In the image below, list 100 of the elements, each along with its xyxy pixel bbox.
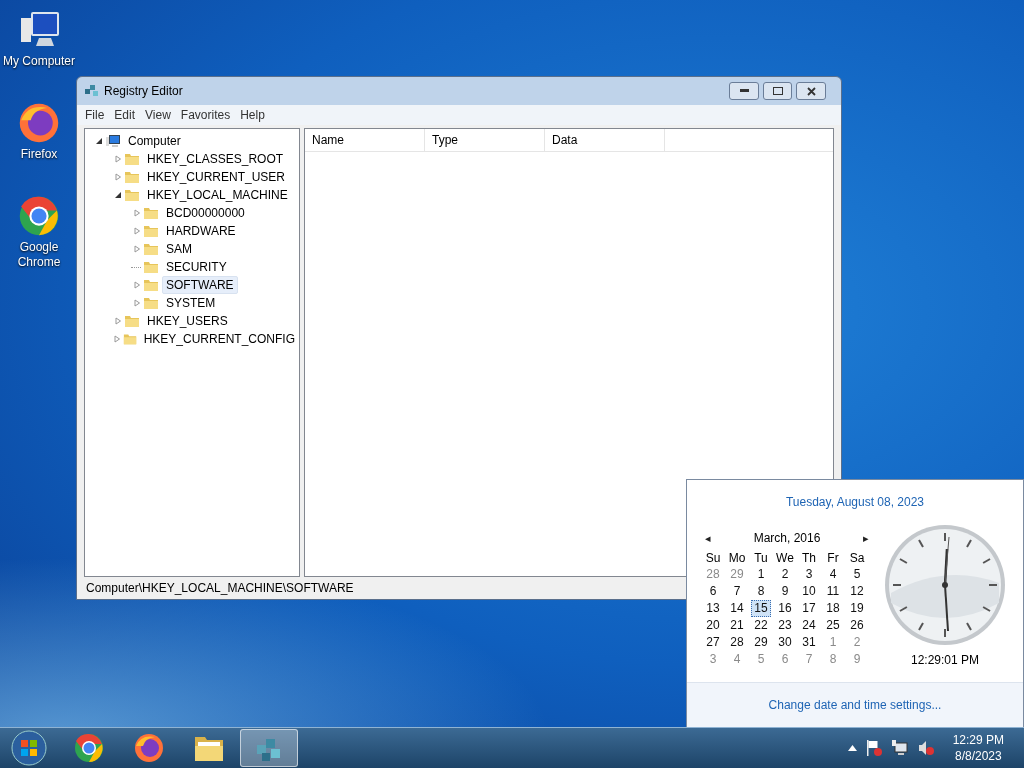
expanded-arrow-icon[interactable] — [114, 191, 122, 199]
weekday-label: Su — [705, 551, 721, 566]
column-header[interactable]: Data — [545, 129, 665, 151]
minimize-icon — [739, 89, 749, 93]
weekday-label: Th — [802, 551, 816, 566]
clock-time: 12:29:01 PM — [910, 653, 979, 667]
calendar-day[interactable]: 27 — [703, 634, 723, 651]
calendar-day[interactable]: 3 — [802, 566, 816, 583]
weekday-label: Tu — [754, 551, 768, 566]
tree-item[interactable]: HKEY_CURRENT_CONFIG — [139, 330, 299, 348]
weekday-label: Mo — [728, 551, 746, 566]
folder-icon — [124, 187, 140, 203]
settings-link[interactable]: Change date and time settings... — [768, 698, 942, 712]
calendar-day[interactable]: 20 — [703, 617, 723, 634]
month-label[interactable]: March, 2016 — [753, 531, 821, 545]
menu-item[interactable]: Help — [238, 108, 273, 122]
calendar-day[interactable]: 12 — [847, 583, 867, 600]
maximize-button[interactable] — [763, 82, 792, 100]
calendar-day[interactable]: 25 — [823, 617, 843, 634]
weekday-label: Fr — [827, 551, 839, 566]
tree-item[interactable]: SECURITY — [162, 258, 231, 276]
tree-item[interactable]: HKEY_USERS — [143, 312, 232, 330]
desktop-icon-label[interactable]: Firefox — [0, 147, 78, 162]
calendar-day[interactable]: 29 — [751, 634, 771, 651]
flag-icon[interactable] — [864, 739, 883, 757]
date-heading[interactable]: Tuesday, August 08, 2023 — [785, 495, 925, 509]
calendar-day[interactable]: 13 — [703, 600, 723, 617]
calendar-day[interactable]: 11 — [823, 583, 843, 600]
calendar-day[interactable]: 21 — [727, 617, 747, 634]
calendar-day[interactable]: 14 — [727, 600, 747, 617]
column-header[interactable]: Name — [305, 129, 425, 151]
tree-item[interactable]: HKEY_CURRENT_USER — [143, 168, 290, 186]
maximize-icon — [772, 87, 783, 95]
calendar-day[interactable]: 24 — [799, 617, 819, 634]
calendar-day[interactable]: 9 — [850, 651, 864, 668]
menu-item[interactable]: View — [143, 108, 179, 122]
folder-icon — [124, 151, 140, 167]
calendar-day[interactable]: 8 — [754, 583, 768, 600]
desktop-icon-label[interactable]: Google Chrome — [0, 240, 78, 270]
column-header[interactable]: Type — [425, 129, 545, 151]
windows-logo-icon — [11, 730, 47, 766]
menu-item[interactable]: Favorites — [178, 108, 239, 122]
tree-item[interactable]: HKEY_CLASSES_ROOT — [143, 150, 288, 168]
folder-icon — [143, 277, 159, 293]
weekday-label: We — [776, 551, 794, 566]
calendar-day[interactable]: 7 — [730, 583, 744, 600]
calendar-day[interactable]: 18 — [823, 600, 843, 617]
calendar-day[interactable]: 4 — [826, 566, 840, 583]
calendar-day[interactable]: 17 — [799, 600, 819, 617]
show-hidden-icons-icon[interactable] — [847, 745, 857, 751]
menu-item[interactable]: Edit — [112, 108, 144, 122]
folder-icon — [143, 223, 159, 239]
calendar-day[interactable]: 2 — [778, 566, 792, 583]
previous-month-button[interactable]: ◂ — [701, 531, 715, 545]
calendar-day[interactable]: 29 — [727, 566, 747, 583]
network-icon[interactable] — [890, 739, 909, 757]
folder-icon — [143, 205, 159, 221]
calendar-day[interactable]: 22 — [751, 617, 771, 634]
tree-item[interactable]: SYSTEM — [162, 294, 220, 312]
calendar-day[interactable]: 4 — [730, 651, 744, 668]
folder-icon — [124, 313, 140, 329]
calendar-day[interactable]: 16 — [775, 600, 795, 617]
browser-icon — [133, 732, 165, 764]
calendar-day[interactable]: 10 — [799, 583, 819, 600]
tree-item[interactable]: HARDWARE — [162, 222, 240, 240]
browser-icon — [73, 732, 105, 764]
calendar-day[interactable]: 1 — [826, 634, 840, 651]
tree-item[interactable]: SAM — [162, 240, 196, 258]
folder-icon — [143, 259, 159, 275]
calendar-day[interactable]: 31 — [799, 634, 819, 651]
tree-item[interactable]: Computer — [124, 132, 185, 150]
desktop-icon-label[interactable]: My Computer — [0, 54, 78, 69]
calendar-day[interactable]: 26 — [847, 617, 867, 634]
folder-icon — [124, 169, 140, 185]
tray-clock[interactable]: 12:29 PM 8/8/2023 — [952, 732, 1004, 764]
close-button[interactable] — [796, 82, 826, 100]
muted-speaker-icon[interactable] — [916, 739, 935, 757]
calendar-day[interactable]: 19 — [847, 600, 867, 617]
calendar-day[interactable]: 15 — [751, 600, 771, 617]
calendar-day[interactable]: 8 — [826, 651, 840, 668]
minimize-button[interactable] — [729, 82, 759, 100]
next-month-button[interactable]: ▸ — [859, 531, 873, 545]
folder-icon — [143, 295, 159, 311]
tree-item[interactable]: HKEY_LOCAL_MACHINE — [143, 186, 292, 204]
calendar-day[interactable]: 23 — [775, 617, 795, 634]
calendar-day[interactable]: 28 — [727, 634, 747, 651]
expanded-arrow-icon[interactable] — [95, 137, 103, 145]
menu-item[interactable]: File — [83, 108, 113, 122]
calendar-day[interactable]: 28 — [703, 566, 723, 583]
calendar-day[interactable]: 6 — [778, 651, 792, 668]
cubes-icon — [84, 83, 100, 99]
calendar-day[interactable]: 5 — [850, 566, 864, 583]
tree-item[interactable]: SOFTWARE — [162, 276, 238, 294]
calendar-day[interactable]: 9 — [778, 583, 792, 600]
calendar-day[interactable]: 3 — [706, 651, 720, 668]
status-text: Computer\HKEY_LOCAL_MACHINE\SOFTWARE — [86, 581, 354, 595]
calendar-day[interactable]: 6 — [706, 583, 720, 600]
tree-item[interactable]: BCD00000000 — [162, 204, 249, 222]
calendar-day[interactable]: 30 — [775, 634, 795, 651]
calendar-day[interactable]: 1 — [754, 566, 768, 583]
